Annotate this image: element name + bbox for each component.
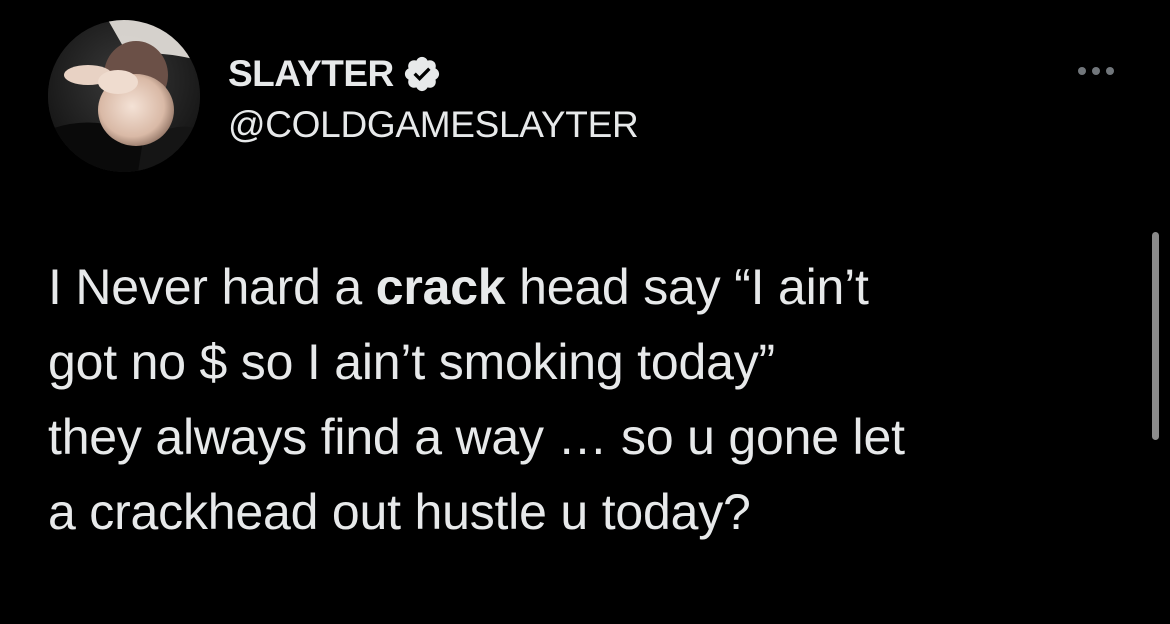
more-dot	[1078, 67, 1086, 75]
verified-badge-icon	[402, 54, 442, 94]
text-segment: head say “I ain’t	[505, 259, 869, 315]
scrollbar[interactable]	[1152, 232, 1159, 440]
tweet-text-line-3: they always find a way … so u gone let	[48, 409, 905, 465]
tweet-text-line-4: a crackhead out hustle u today?	[48, 484, 751, 540]
more-options-icon[interactable]	[1064, 56, 1128, 86]
text-segment: I Never hard a	[48, 259, 376, 315]
bold-segment: crack	[375, 259, 506, 315]
author-name-row: SLAYTER	[228, 52, 442, 96]
more-dot	[1106, 67, 1114, 75]
tweet-card: SLAYTER @COLDGAMESLAYTER I Never hard a …	[0, 0, 1170, 624]
tweet-text: I Never hard a crack head say “I ain’t g…	[48, 250, 1128, 550]
display-name[interactable]: SLAYTER	[228, 52, 394, 96]
tweet-text-line-1: I Never hard a crack head say “I ain’t	[48, 250, 1128, 325]
avatar[interactable]	[48, 20, 200, 172]
tweet-text-line-2: got no $ so I ain’t smoking today”	[48, 334, 775, 390]
avatar-image	[48, 20, 200, 172]
author-handle[interactable]: @COLDGAMESLAYTER	[228, 103, 639, 147]
more-dot	[1092, 67, 1100, 75]
